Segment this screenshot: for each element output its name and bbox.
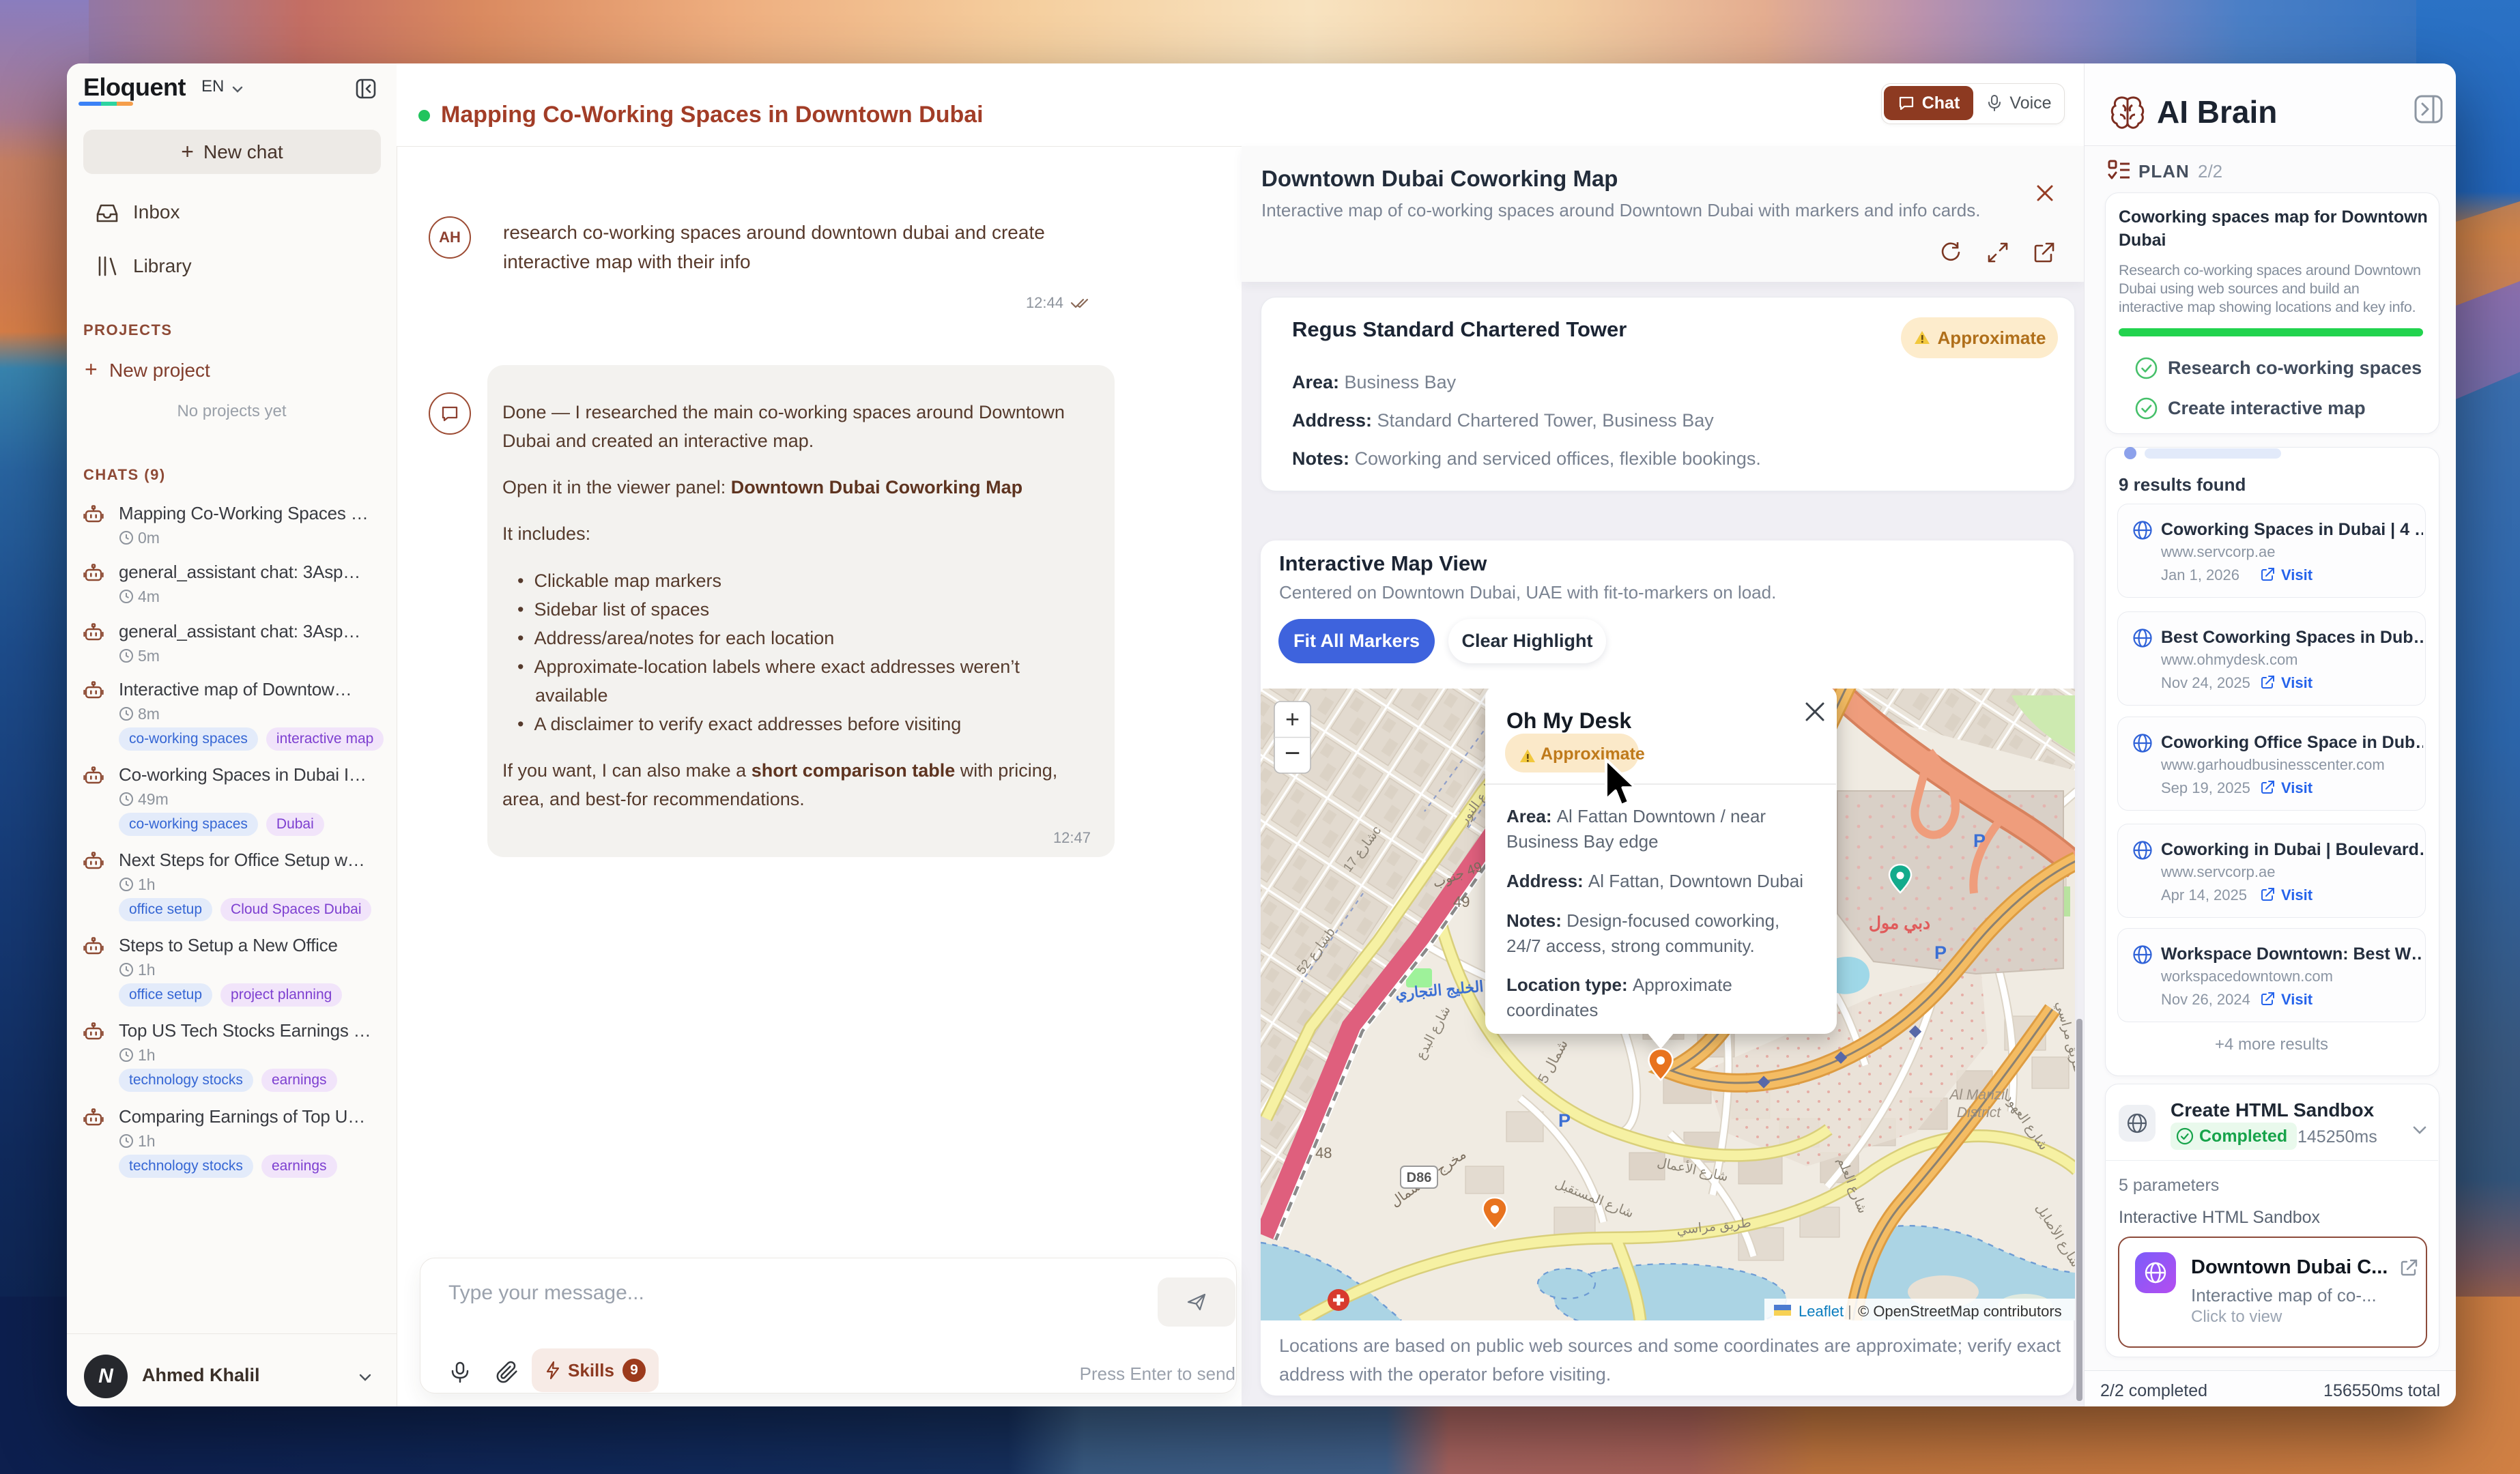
svg-text:دبي مول: دبي مول [1869, 914, 1930, 934]
svg-text:+: + [1285, 705, 1300, 733]
svg-text:Approximate: Approximate [1541, 745, 1645, 764]
svg-text:|: | [1848, 1303, 1852, 1320]
svg-text:Address: Al Fattan, Downtown D: Address: Al Fattan, Downtown Dubai [1506, 871, 1803, 891]
svg-text:24/7 access, strong community.: 24/7 access, strong community. [1506, 936, 1755, 956]
svg-text:District: District [1957, 1105, 2001, 1121]
svg-text:49: 49 [1453, 893, 1470, 910]
svg-text:Location type: Approximate: Location type: Approximate [1506, 974, 1732, 995]
svg-text:−: − [1285, 738, 1300, 768]
svg-text:© OpenStreetMap contributors: © OpenStreetMap contributors [1858, 1303, 2062, 1320]
svg-text:P: P [1558, 1110, 1571, 1131]
svg-text:Business Bay edge: Business Bay edge [1506, 831, 1659, 852]
svg-text:48: 48 [1315, 1144, 1332, 1161]
svg-text:Notes: Design-focused coworkin: Notes: Design-focused coworking, [1506, 910, 1779, 931]
svg-text:Al Manzil: Al Manzil [1948, 1087, 2009, 1103]
svg-text:coordinates: coordinates [1506, 1000, 1598, 1020]
svg-text:Leaflet: Leaflet [1799, 1303, 1844, 1320]
svg-text:Oh My Desk: Oh My Desk [1506, 708, 1631, 733]
svg-text:D86: D86 [1407, 1170, 1432, 1185]
svg-text:P: P [1973, 830, 1986, 851]
svg-text:P: P [1934, 942, 1947, 963]
svg-text:Area: Al Fattan Downtown / nea: Area: Al Fattan Downtown / near [1506, 806, 1766, 826]
